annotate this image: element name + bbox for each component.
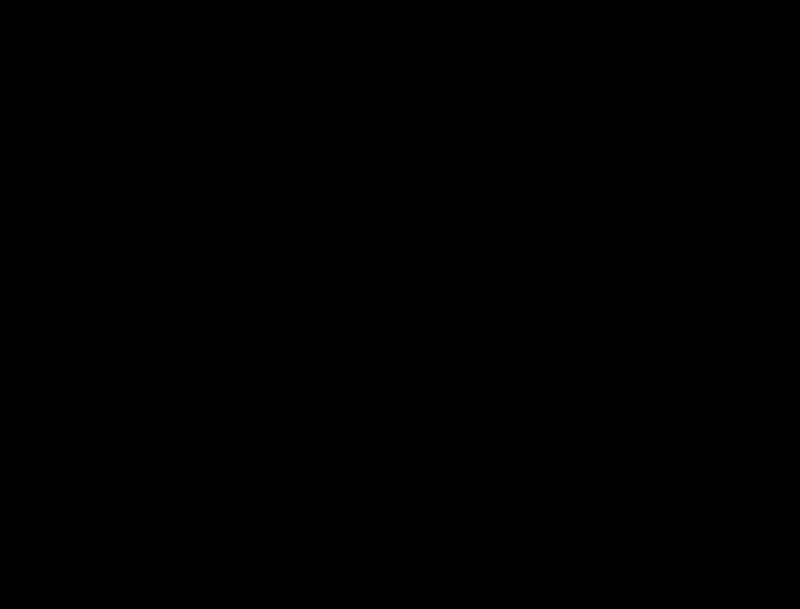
cassini-mimi-spectrogram-display — [0, 0, 800, 609]
